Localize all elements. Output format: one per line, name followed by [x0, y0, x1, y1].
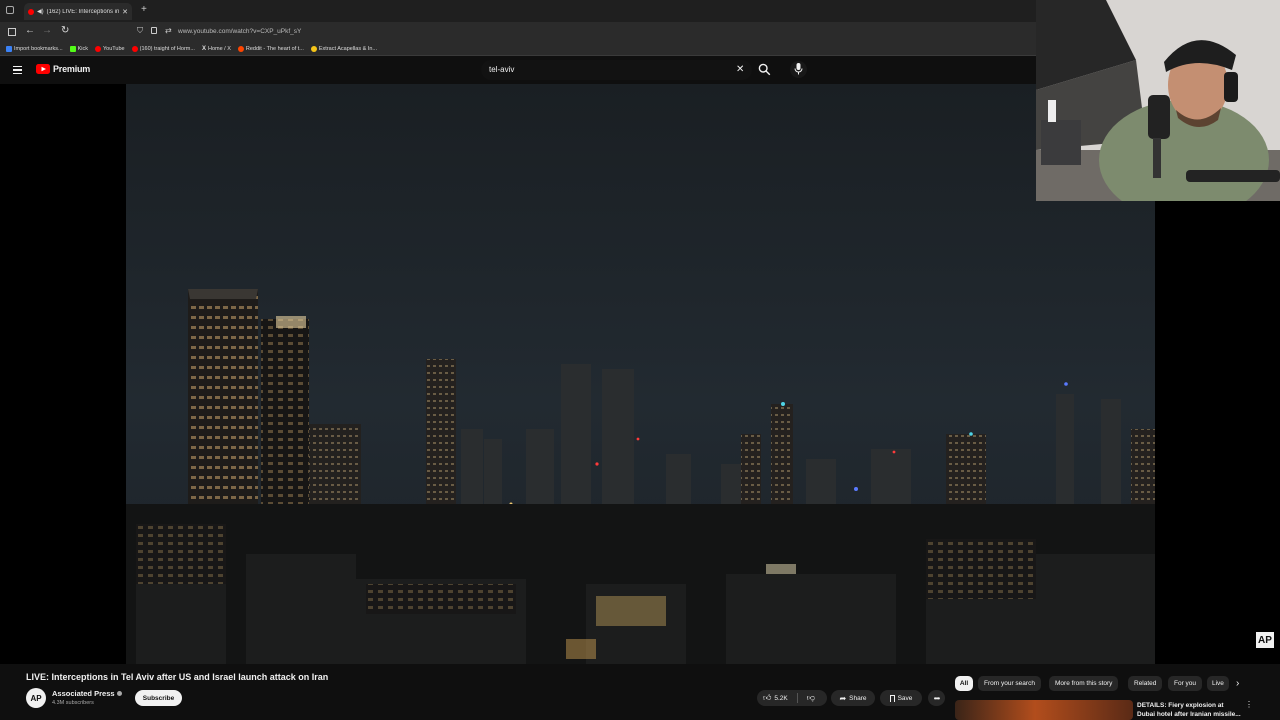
search-value: tel-aviv [489, 65, 515, 74]
youtube-favicon-icon [28, 8, 34, 15]
clear-search-icon[interactable]: ✕ [736, 64, 744, 75]
shield-icon[interactable]: ⛉ [137, 26, 143, 36]
x-icon: X [201, 45, 206, 52]
bookmark-label: Extract Acapellas & In... [318, 45, 377, 52]
video-title: LIVE: Interceptions in Tel Aviv after US… [26, 672, 329, 682]
chip-label: From your search [984, 680, 1035, 687]
recommended-title-line1: DETAILS: Fiery explosion at [1137, 702, 1224, 709]
more-actions-button[interactable]: ••• [928, 690, 945, 706]
subscriber-count: 4.3M subscribers [52, 700, 94, 706]
ap-watermark-logo: AP [1256, 632, 1274, 648]
share-icon: ➦ [839, 693, 847, 703]
bookmark-label: YouTube [103, 45, 125, 52]
chip-all[interactable]: All [955, 676, 973, 691]
chip-from-your-search[interactable]: From your search [978, 676, 1041, 691]
youtube-logo[interactable]: Premium [36, 64, 90, 74]
save-button[interactable]: Save [880, 690, 922, 706]
sidebar-toggle-icon[interactable] [8, 28, 16, 36]
tab-sidebar-icon[interactable] [6, 6, 14, 14]
like-divider [796, 693, 798, 703]
chips-next-chevron-icon[interactable]: › [1236, 678, 1239, 689]
bookmark-youtube[interactable]: YouTube [95, 45, 125, 52]
recommended-thumbnail[interactable] [955, 700, 1133, 720]
microphone-icon [794, 63, 803, 75]
city-skyline-image [126, 84, 1155, 664]
video-frame[interactable] [126, 84, 1155, 664]
bookmark-label: (160) traight of Horm... [139, 45, 195, 52]
channel-name: Associated Press [52, 689, 115, 698]
site-settings-icon[interactable]: ⇄ [165, 26, 172, 35]
bookmark-label: Kick [77, 45, 88, 52]
search-icon [758, 63, 771, 76]
browser-tab[interactable]: ◀) (162) LIVE: Interceptions in ✕ [24, 3, 132, 20]
bookmark-x[interactable]: X Home / X [202, 46, 231, 52]
hamburger-middle-bar [13, 69, 22, 71]
reddit-icon [237, 45, 244, 52]
chip-related[interactable]: Related [1128, 676, 1163, 691]
chip-label: Live [1212, 680, 1224, 687]
recommended-video[interactable]: DETAILS: Fiery explosion at Dubai hotel … [955, 700, 1255, 720]
bookmark-kick[interactable]: Kick [69, 45, 88, 52]
channel-avatar[interactable]: AP [26, 688, 46, 708]
bookmark-acapellas[interactable]: Extract Acapellas & In... [310, 45, 377, 52]
streamer-webcam-overlay [1036, 0, 1280, 201]
back-icon[interactable]: ← [25, 25, 35, 36]
browser-tab-bar: ◀) (162) LIVE: Interceptions in ✕ + [0, 0, 1036, 22]
more-horizontal-icon: ••• [933, 693, 940, 703]
chip-label: More from this story [1055, 680, 1113, 687]
watermark-text: AP [1258, 634, 1272, 646]
tab-title: (162) LIVE: Interceptions in [46, 8, 120, 15]
chip-label: All [959, 680, 969, 687]
chip-label: Related [1134, 680, 1157, 687]
chip-more-from-this-story[interactable]: More from this story [1049, 676, 1119, 691]
new-tab-icon[interactable]: + [141, 4, 147, 15]
url-text[interactable]: www.youtube.com/watch?v=CXP_uPkf_sY [178, 28, 301, 35]
search-button[interactable] [755, 62, 773, 78]
subscribe-button[interactable]: Subscribe [135, 690, 182, 706]
search-input[interactable]: tel-aviv [481, 60, 752, 80]
hamburger-menu-icon[interactable] [13, 66, 22, 74]
channel-name-row[interactable]: Associated Press [52, 689, 122, 698]
acapella-icon [310, 45, 317, 52]
bookmark-reddit[interactable]: Reddit - The heart of t... [237, 45, 304, 52]
forward-icon[interactable]: → [42, 25, 52, 36]
browser-toolbar: ← → ↻ ⛉ ⇄ www.youtube.com/watch?v=CXP_uP… [0, 22, 1036, 42]
share-button[interactable]: ➦ Share [831, 690, 875, 706]
bookmark-label: Home / X [207, 45, 231, 52]
recommended-menu-icon[interactable]: ⋮ [1245, 701, 1253, 709]
kick-icon [69, 45, 76, 52]
share-label: Share [849, 694, 867, 702]
bookmark-label: Import bookmarks... [14, 45, 63, 52]
like-button[interactable]: 👍︎ 5.2K [763, 693, 788, 703]
thumbs-up-icon: 👍︎ [763, 693, 772, 702]
recommended-title-line2: Dubai hotel after Iranian missile... [1137, 711, 1241, 718]
bookmark-label: Reddit - The heart of t... [245, 45, 304, 52]
speaker-icon[interactable]: ◀) [37, 8, 44, 15]
thumbs-down-icon: 👎︎ [806, 693, 815, 702]
streamer-webcam-image [1036, 0, 1280, 201]
tab-close-icon[interactable]: ✕ [122, 8, 128, 16]
avatar-text: AP [30, 693, 42, 703]
youtube-icon [95, 45, 101, 52]
chip-live[interactable]: Live [1207, 676, 1229, 691]
youtube-icon [131, 45, 138, 52]
like-dislike-group: 👍︎ 5.2K 👎︎ [757, 690, 827, 706]
verified-icon [116, 691, 122, 696]
voice-search-button[interactable] [790, 61, 807, 78]
bookmark-import[interactable]: Import bookmarks... [6, 45, 63, 52]
bookmarks-bar: Import bookmarks... Kick YouTube (160) t… [0, 42, 1036, 56]
dislike-button[interactable]: 👎︎ [807, 693, 815, 703]
lock-icon[interactable] [151, 27, 157, 34]
logo-text: Premium [53, 64, 91, 74]
reload-icon[interactable]: ↻ [61, 25, 69, 36]
like-count: 5.2K [774, 694, 788, 702]
chip-label: For you [1174, 680, 1197, 687]
save-label: Save [897, 694, 913, 702]
chip-for-you[interactable]: For you [1168, 676, 1203, 691]
subscribe-label: Subscribe [142, 694, 175, 702]
bookmark-strait[interactable]: (160) traight of Horm... [131, 45, 195, 52]
bookmark-import-icon [6, 45, 12, 52]
youtube-play-icon [36, 64, 50, 74]
bookmark-icon [889, 694, 895, 702]
